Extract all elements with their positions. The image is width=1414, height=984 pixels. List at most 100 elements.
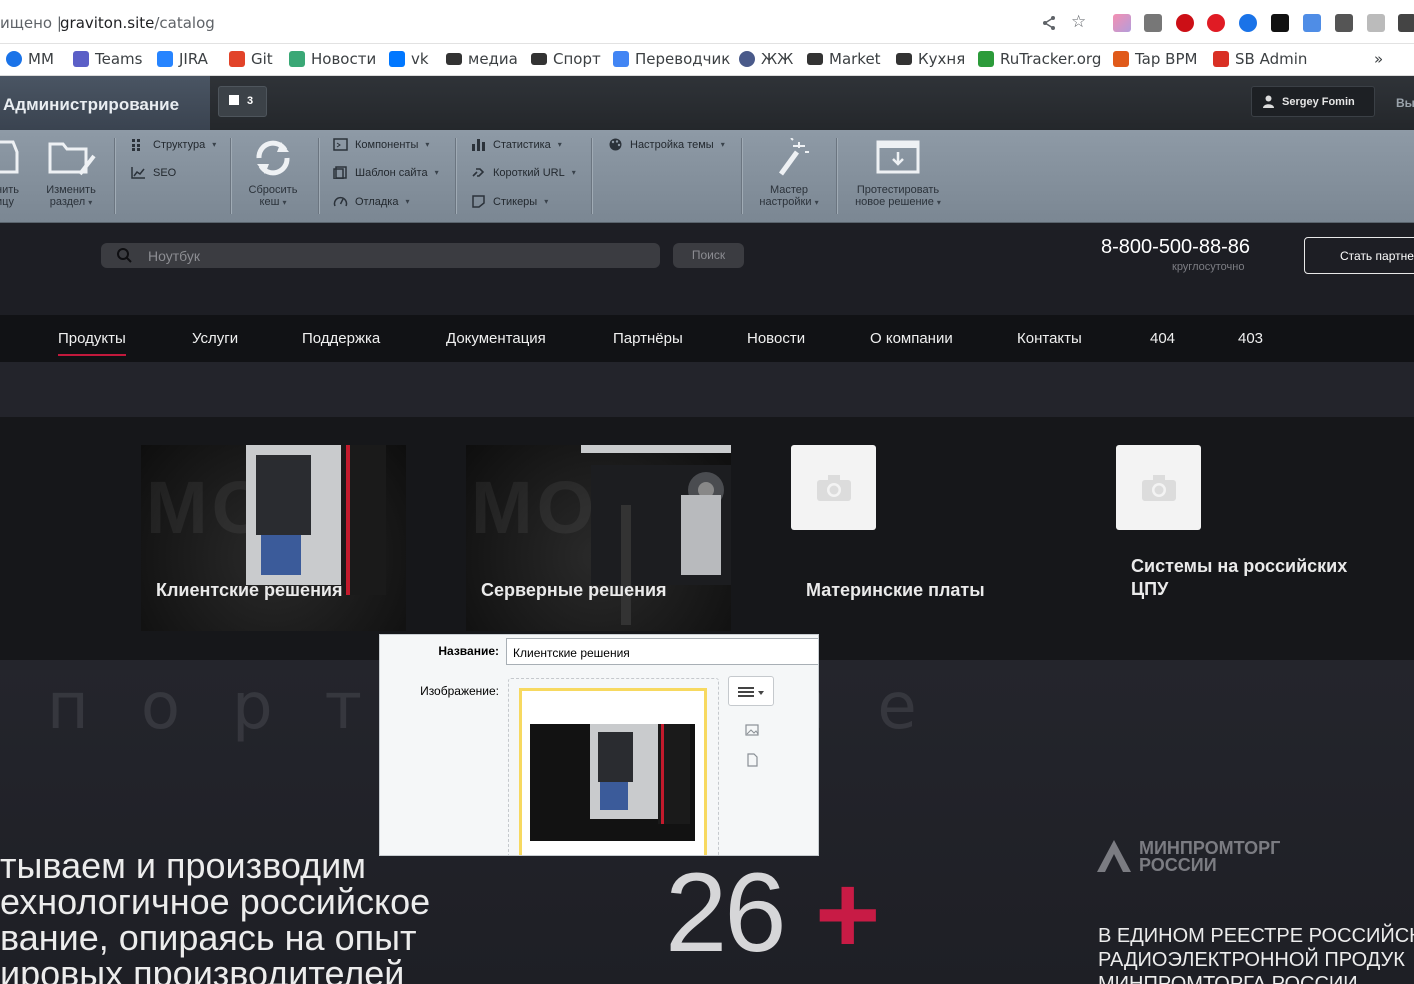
bookmark[interactable]: Teams — [73, 50, 142, 68]
wiki-icon[interactable] — [1271, 14, 1289, 32]
theme-settings-menu[interactable]: Настройка темы ▾ — [608, 138, 725, 151]
catalog-card[interactable]: MO Серверные решения — [466, 445, 731, 631]
become-partner-button[interactable]: Стать партне — [1304, 237, 1414, 274]
menu-icon — [738, 687, 764, 697]
reset-cache-button[interactable]: Сбросить кеш ▾ — [243, 138, 303, 209]
pc-case-image — [246, 445, 386, 595]
structure-menu[interactable]: Структура ▾ — [131, 138, 216, 151]
bookmark-icon — [6, 51, 22, 67]
nav-item-docs[interactable]: Документация — [446, 330, 546, 347]
user-button[interactable]: Sergey Fomin — [1251, 86, 1375, 117]
logout-link[interactable]: Вы — [1396, 96, 1414, 110]
site-template-menu[interactable]: Шаблон сайта ▾ — [333, 166, 439, 179]
folder-edit-icon — [48, 142, 96, 176]
page-band — [0, 362, 1414, 417]
separator — [114, 138, 115, 214]
camera-icon — [817, 475, 851, 501]
puzzle-icon[interactable] — [1398, 14, 1414, 32]
card-title: Системы на российских ЦПУ — [1131, 556, 1348, 599]
bookmark[interactable]: Tap BPM — [1113, 50, 1197, 68]
edit-section-button[interactable]: Изменить раздел ▾ — [41, 138, 101, 209]
adblock-icon[interactable] — [1207, 14, 1225, 32]
debug-menu[interactable]: Отладка ▾ — [333, 195, 410, 208]
folder-icon — [446, 53, 462, 65]
image-placeholder — [791, 445, 876, 530]
bookmark[interactable]: Git — [229, 50, 273, 68]
short-url-menu[interactable]: Короткий URL ▾ — [471, 166, 576, 179]
image-icon[interactable] — [745, 723, 759, 737]
template-icon — [333, 166, 347, 179]
nav-item-contacts[interactable]: Контакты — [1017, 330, 1082, 347]
notifications-button[interactable]: 3 — [218, 86, 267, 117]
palette-icon — [609, 138, 622, 151]
nav-item-news[interactable]: Новости — [747, 330, 805, 347]
admin-top-bar: Администрирование 3 Sergey Fomin Вы — [0, 76, 1414, 130]
edit-page-button[interactable]: нить ицу — [0, 138, 26, 208]
bar-chart-icon — [472, 139, 485, 151]
separator — [230, 138, 231, 214]
bookmark[interactable]: JIRA — [157, 50, 208, 68]
bookmark[interactable]: RuTracker.org — [978, 50, 1101, 68]
bookmark[interactable]: Переводчик — [613, 50, 730, 68]
nav-item-about[interactable]: О компании — [870, 330, 953, 347]
extension-icon[interactable] — [1335, 14, 1353, 32]
catalog-card[interactable]: Системы на российских ЦПУ — [1116, 445, 1414, 631]
share-icon[interactable] — [1040, 14, 1058, 32]
test-solution-button[interactable]: Протестировать новое решение ▾ — [850, 138, 946, 209]
folder-icon — [807, 53, 823, 65]
main-nav: Продукты Услуги Поддержка Документация П… — [0, 315, 1414, 362]
folder-icon — [531, 53, 547, 65]
bookmark-folder[interactable]: медиа — [446, 50, 518, 68]
seo-menu[interactable]: SEO — [131, 166, 176, 179]
bookmark[interactable]: SB Admin — [1213, 50, 1307, 68]
admin-title[interactable]: Администрирование — [0, 76, 210, 130]
stickers-menu[interactable]: Стикеры ▾ — [471, 195, 548, 208]
nav-item-services[interactable]: Услуги — [192, 330, 238, 347]
globe-icon[interactable] — [1239, 14, 1257, 32]
extension-icon[interactable] — [1113, 14, 1131, 32]
image-placeholder — [1116, 445, 1201, 530]
bookmark-folder[interactable]: Спорт — [531, 50, 601, 68]
url-field[interactable]: graviton.site/catalog — [60, 14, 215, 32]
url-host: graviton.site — [60, 14, 155, 32]
nav-item-products[interactable]: Продукты — [58, 330, 126, 356]
search-button[interactable]: Поиск — [673, 243, 744, 268]
extension-icon[interactable] — [1367, 14, 1385, 32]
bookmark[interactable]: Новости — [289, 50, 376, 68]
nav-item-support[interactable]: Поддержка — [302, 330, 380, 347]
search-input[interactable] — [148, 246, 628, 265]
bookmark-icon — [229, 51, 245, 67]
bookmark-folder[interactable]: Market — [807, 50, 881, 68]
camera-icon — [1142, 475, 1176, 501]
catalog-card[interactable]: Материнские платы — [791, 445, 1056, 631]
setup-wizard-button[interactable]: Мастер настройки ▾ — [754, 138, 824, 209]
bookmark[interactable]: ЖЖ — [739, 50, 793, 68]
catalog-card[interactable]: MO Клиентские решения — [141, 445, 406, 631]
nav-item-403[interactable]: 403 — [1238, 330, 1263, 347]
star-icon[interactable]: ☆ — [1071, 12, 1089, 31]
bookmark[interactable]: vk — [389, 50, 429, 68]
ministry-logo-icon — [1097, 840, 1131, 872]
separator — [318, 138, 319, 214]
download-window-icon — [876, 140, 920, 174]
statistics-menu[interactable]: Статистика ▾ — [471, 138, 562, 151]
watermark: MO — [471, 466, 599, 549]
nav-item-partners[interactable]: Партнёры — [613, 330, 683, 347]
file-icon[interactable] — [745, 753, 759, 767]
extension-icon[interactable] — [1303, 14, 1321, 32]
phone-note: круглосуточно — [1172, 261, 1245, 273]
components-menu[interactable]: Компоненты ▾ — [333, 138, 429, 151]
image-menu-button[interactable] — [728, 676, 774, 706]
bookmark-folder[interactable]: Кухня — [896, 50, 965, 68]
magic-wand-icon — [778, 138, 809, 176]
bookmark-icon — [978, 51, 994, 67]
phone-number[interactable]: 8-800-500-88-86 — [1101, 236, 1250, 259]
more-bookmarks-button[interactable]: » — [1374, 50, 1383, 68]
bookmark[interactable]: MM — [6, 50, 54, 68]
nav-item-404[interactable]: 404 — [1150, 330, 1175, 347]
opera-icon[interactable] — [1176, 14, 1194, 32]
image-label: Изображение: — [420, 684, 499, 698]
extension-icon[interactable] — [1144, 14, 1162, 32]
name-input[interactable]: Клиентские решения — [506, 638, 818, 665]
page-edit-icon — [0, 140, 19, 174]
